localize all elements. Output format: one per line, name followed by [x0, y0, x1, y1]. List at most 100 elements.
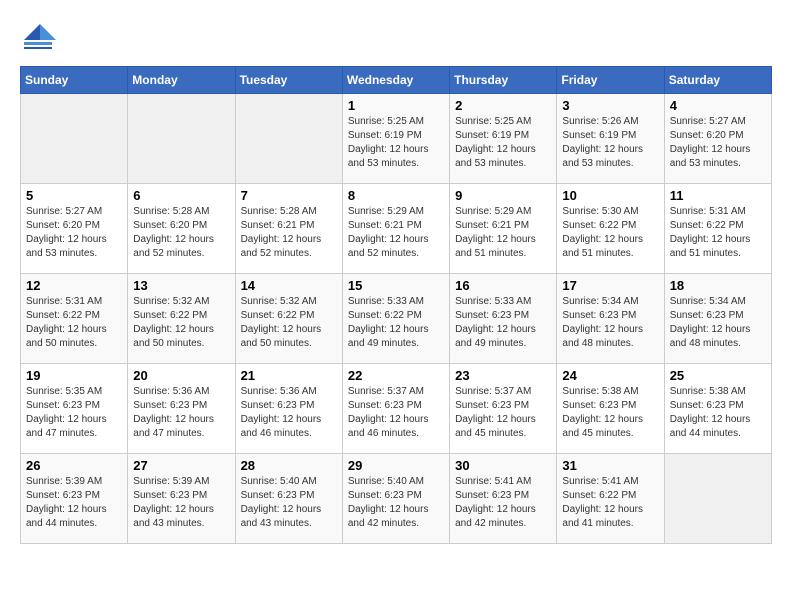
day-number: 24 — [562, 368, 658, 383]
calendar-header-row: SundayMondayTuesdayWednesdayThursdayFrid… — [21, 67, 772, 94]
week-row-1: 1 Sunrise: 5:25 AM Sunset: 6:19 PM Daylig… — [21, 94, 772, 184]
day-info: Sunrise: 5:28 AM Sunset: 6:20 PM Dayligh… — [133, 205, 229, 261]
day-cell: 6 Sunrise: 5:28 AM Sunset: 6:20 PM Daylig… — [128, 184, 235, 274]
day-info: Sunrise: 5:38 AM Sunset: 6:23 PM Dayligh… — [670, 385, 766, 441]
day-info: Sunrise: 5:26 AM Sunset: 6:19 PM Dayligh… — [562, 115, 658, 171]
day-cell: 1 Sunrise: 5:25 AM Sunset: 6:19 PM Daylig… — [342, 94, 449, 184]
day-cell: 14 Sunrise: 5:32 AM Sunset: 6:22 PM Dayli… — [235, 274, 342, 364]
day-cell — [235, 94, 342, 184]
day-info: Sunrise: 5:33 AM Sunset: 6:23 PM Dayligh… — [455, 295, 551, 351]
day-info: Sunrise: 5:31 AM Sunset: 6:22 PM Dayligh… — [26, 295, 122, 351]
day-number: 5 — [26, 188, 122, 203]
header-wednesday: Wednesday — [342, 67, 449, 94]
day-number: 30 — [455, 458, 551, 473]
day-number: 26 — [26, 458, 122, 473]
day-info: Sunrise: 5:41 AM Sunset: 6:23 PM Dayligh… — [455, 475, 551, 531]
header-saturday: Saturday — [664, 67, 771, 94]
day-info: Sunrise: 5:40 AM Sunset: 6:23 PM Dayligh… — [241, 475, 337, 531]
day-cell: 27Sunrise: 5:39 AM Sunset: 6:23 PM Dayli… — [128, 454, 235, 544]
day-info: Sunrise: 5:25 AM Sunset: 6:19 PM Dayligh… — [455, 115, 551, 171]
day-cell: 10 Sunrise: 5:30 AM Sunset: 6:22 PM Dayli… — [557, 184, 664, 274]
day-cell: 2 Sunrise: 5:25 AM Sunset: 6:19 PM Daylig… — [450, 94, 557, 184]
week-row-3: 12 Sunrise: 5:31 AM Sunset: 6:22 PM Dayli… — [21, 274, 772, 364]
day-cell: 26 Sunrise: 5:39 AM Sunset: 6:23 PM Dayli… — [21, 454, 128, 544]
logo — [20, 20, 60, 56]
day-info: Sunrise: 5:35 AM Sunset: 6:23 PM Dayligh… — [26, 385, 122, 441]
day-cell — [21, 94, 128, 184]
day-info: Sunrise: 5:31 AM Sunset: 6:22 PM Dayligh… — [670, 205, 766, 261]
day-number: 29 — [348, 458, 444, 473]
day-number: 19 — [26, 368, 122, 383]
day-cell: 15 Sunrise: 5:33 AM Sunset: 6:22 PM Dayli… — [342, 274, 449, 364]
day-number: 15 — [348, 278, 444, 293]
day-number: 1 — [348, 98, 444, 113]
day-number: 21 — [241, 368, 337, 383]
logo-icon — [20, 20, 56, 56]
day-number: 10 — [562, 188, 658, 203]
header-friday: Friday — [557, 67, 664, 94]
day-cell: 13 Sunrise: 5:32 AM Sunset: 6:22 PM Dayli… — [128, 274, 235, 364]
day-number: 27 — [133, 458, 229, 473]
day-number: 4 — [670, 98, 766, 113]
header-thursday: Thursday — [450, 67, 557, 94]
day-info: Sunrise: 5:34 AM Sunset: 6:23 PM Dayligh… — [670, 295, 766, 351]
day-number: 7 — [241, 188, 337, 203]
day-info: Sunrise: 5:27 AM Sunset: 6:20 PM Dayligh… — [670, 115, 766, 171]
day-number: 8 — [348, 188, 444, 203]
day-cell: 8 Sunrise: 5:29 AM Sunset: 6:21 PM Daylig… — [342, 184, 449, 274]
day-info: Sunrise: 5:37 AM Sunset: 6:23 PM Dayligh… — [455, 385, 551, 441]
day-number: 14 — [241, 278, 337, 293]
week-row-4: 19 Sunrise: 5:35 AM Sunset: 6:23 PM Dayli… — [21, 364, 772, 454]
day-cell: 21Sunrise: 5:36 AM Sunset: 6:23 PM Dayli… — [235, 364, 342, 454]
day-number: 22 — [348, 368, 444, 383]
day-cell: 24 Sunrise: 5:38 AM Sunset: 6:23 PM Dayli… — [557, 364, 664, 454]
day-cell: 9 Sunrise: 5:29 AM Sunset: 6:21 PM Daylig… — [450, 184, 557, 274]
day-number: 13 — [133, 278, 229, 293]
day-cell: 30 Sunrise: 5:41 AM Sunset: 6:23 PM Dayli… — [450, 454, 557, 544]
day-number: 31 — [562, 458, 658, 473]
day-cell: 3 Sunrise: 5:26 AM Sunset: 6:19 PM Daylig… — [557, 94, 664, 184]
page-header — [20, 20, 772, 56]
day-cell — [128, 94, 235, 184]
day-info: Sunrise: 5:29 AM Sunset: 6:21 PM Dayligh… — [348, 205, 444, 261]
day-info: Sunrise: 5:28 AM Sunset: 6:21 PM Dayligh… — [241, 205, 337, 261]
day-info: Sunrise: 5:32 AM Sunset: 6:22 PM Dayligh… — [133, 295, 229, 351]
day-cell: 31 Sunrise: 5:41 AM Sunset: 6:22 PM Dayli… — [557, 454, 664, 544]
day-number: 2 — [455, 98, 551, 113]
header-sunday: Sunday — [21, 67, 128, 94]
day-number: 3 — [562, 98, 658, 113]
day-info: Sunrise: 5:38 AM Sunset: 6:23 PM Dayligh… — [562, 385, 658, 441]
day-cell: 16 Sunrise: 5:33 AM Sunset: 6:23 PM Dayli… — [450, 274, 557, 364]
day-info: Sunrise: 5:33 AM Sunset: 6:22 PM Dayligh… — [348, 295, 444, 351]
week-row-5: 26 Sunrise: 5:39 AM Sunset: 6:23 PM Dayli… — [21, 454, 772, 544]
header-monday: Monday — [128, 67, 235, 94]
week-row-2: 5 Sunrise: 5:27 AM Sunset: 6:20 PM Daylig… — [21, 184, 772, 274]
day-number: 23 — [455, 368, 551, 383]
day-info: Sunrise: 5:39 AM Sunset: 6:23 PM Dayligh… — [26, 475, 122, 531]
day-info: Sunrise: 5:32 AM Sunset: 6:22 PM Dayligh… — [241, 295, 337, 351]
day-number: 6 — [133, 188, 229, 203]
day-cell: 12 Sunrise: 5:31 AM Sunset: 6:22 PM Dayli… — [21, 274, 128, 364]
calendar-table: SundayMondayTuesdayWednesdayThursdayFrid… — [20, 66, 772, 544]
day-info: Sunrise: 5:25 AM Sunset: 6:19 PM Dayligh… — [348, 115, 444, 171]
day-info: Sunrise: 5:41 AM Sunset: 6:22 PM Dayligh… — [562, 475, 658, 531]
day-cell: 19 Sunrise: 5:35 AM Sunset: 6:23 PM Dayli… — [21, 364, 128, 454]
day-info: Sunrise: 5:36 AM Sunset: 6:23 PM Dayligh… — [133, 385, 229, 441]
day-number: 11 — [670, 188, 766, 203]
day-info: Sunrise: 5:29 AM Sunset: 6:21 PM Dayligh… — [455, 205, 551, 261]
day-info: Sunrise: 5:30 AM Sunset: 6:22 PM Dayligh… — [562, 205, 658, 261]
day-number: 12 — [26, 278, 122, 293]
day-cell: 23 Sunrise: 5:37 AM Sunset: 6:23 PM Dayli… — [450, 364, 557, 454]
day-cell — [664, 454, 771, 544]
day-number: 18 — [670, 278, 766, 293]
day-cell: 29Sunrise: 5:40 AM Sunset: 6:23 PM Dayli… — [342, 454, 449, 544]
day-cell: 17Sunrise: 5:34 AM Sunset: 6:23 PM Dayli… — [557, 274, 664, 364]
day-cell: 5 Sunrise: 5:27 AM Sunset: 6:20 PM Daylig… — [21, 184, 128, 274]
day-cell: 4 Sunrise: 5:27 AM Sunset: 6:20 PM Daylig… — [664, 94, 771, 184]
day-number: 9 — [455, 188, 551, 203]
day-number: 16 — [455, 278, 551, 293]
day-cell: 7 Sunrise: 5:28 AM Sunset: 6:21 PM Daylig… — [235, 184, 342, 274]
day-number: 17 — [562, 278, 658, 293]
day-cell: 22Sunrise: 5:37 AM Sunset: 6:23 PM Dayli… — [342, 364, 449, 454]
day-info: Sunrise: 5:27 AM Sunset: 6:20 PM Dayligh… — [26, 205, 122, 261]
